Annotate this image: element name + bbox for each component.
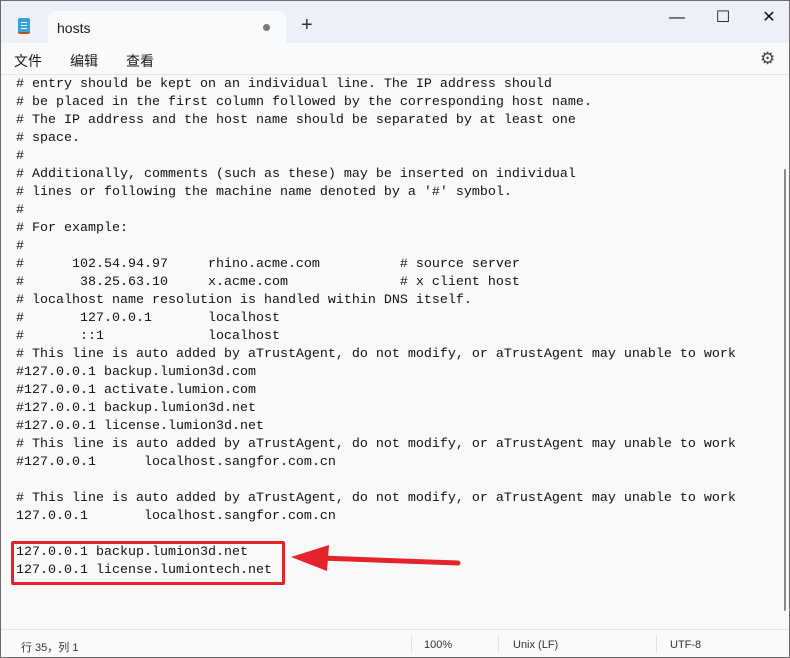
text-line: # 102.54.94.97 rhino.acme.com # source s… [16,257,520,272]
new-tab-button[interactable]: + [301,15,313,35]
text-line: # entry should be kept on an individual … [16,77,552,92]
vertical-scrollbar[interactable] [784,169,786,611]
text-line: 127.0.0.1 localhost.sangfor.com.cn [16,509,336,524]
text-line [16,472,736,490]
menu-file[interactable]: 文件 [14,51,42,71]
cursor-position: 行 35，列 1 [21,642,79,654]
text-line: #127.0.0.1 activate.lumion.com [16,383,256,398]
notepad-app-icon [18,18,30,34]
text-line: #127.0.0.1 localhost.sangfor.com.cn [16,455,336,470]
text-line: #127.0.0.1 backup.lumion3d.net [16,401,256,416]
settings-gear-icon[interactable]: ⚙ [760,49,775,69]
status-bar: 行 35，列 1 100% Unix (LF) UTF-8 [1,629,789,657]
text-line: #127.0.0.1 license.lumion3d.net [16,419,264,434]
tab-title: hosts [57,20,91,36]
minimize-button[interactable]: — [657,5,697,31]
text-line: # localhost name resolution is handled w… [16,293,472,308]
text-line: # This line is auto added by aTrustAgent… [16,491,736,506]
encoding: UTF-8 [670,639,702,651]
text-line: # 127.0.0.1 localhost [16,311,280,326]
annotation-arrow-icon [291,545,461,571]
text-line: #127.0.0.1 backup.lumion3d.com [16,365,256,380]
unsaved-dot-icon[interactable] [263,24,270,31]
annotation-highlight-box [11,541,285,585]
text-line: # space. [16,131,80,146]
text-line: # [16,239,24,254]
text-line: # For example: [16,221,128,236]
text-line: # This line is auto added by aTrustAgent… [16,437,736,452]
tab-hosts[interactable]: hosts [48,11,286,43]
maximize-button[interactable]: ☐ [703,5,743,31]
close-button[interactable]: ✕ [749,5,789,31]
text-line: # The IP address and the host name shoul… [16,113,576,128]
text-line: # [16,203,24,218]
text-line: # be placed in the first column followed… [16,95,592,110]
zoom-level: 100% [424,639,453,651]
menu-edit[interactable]: 编辑 [70,51,98,71]
text-line: # 38.25.63.10 x.acme.com # x client host [16,275,520,290]
line-ending: Unix (LF) [513,639,559,651]
title-bar: hosts + — ☐ ✕ [1,1,789,43]
text-line: # Additionally, comments (such as these)… [16,167,576,182]
text-line: # [16,149,24,164]
menu-bar: 文件 编辑 查看 ⚙ [1,43,789,75]
text-line: # lines or following the machine name de… [16,185,512,200]
text-editor[interactable]: # entry should be kept on an individual … [16,76,736,580]
text-line: # ::1 localhost [16,329,280,344]
text-line: # This line is auto added by aTrustAgent… [16,347,736,362]
menu-view[interactable]: 查看 [126,51,154,71]
